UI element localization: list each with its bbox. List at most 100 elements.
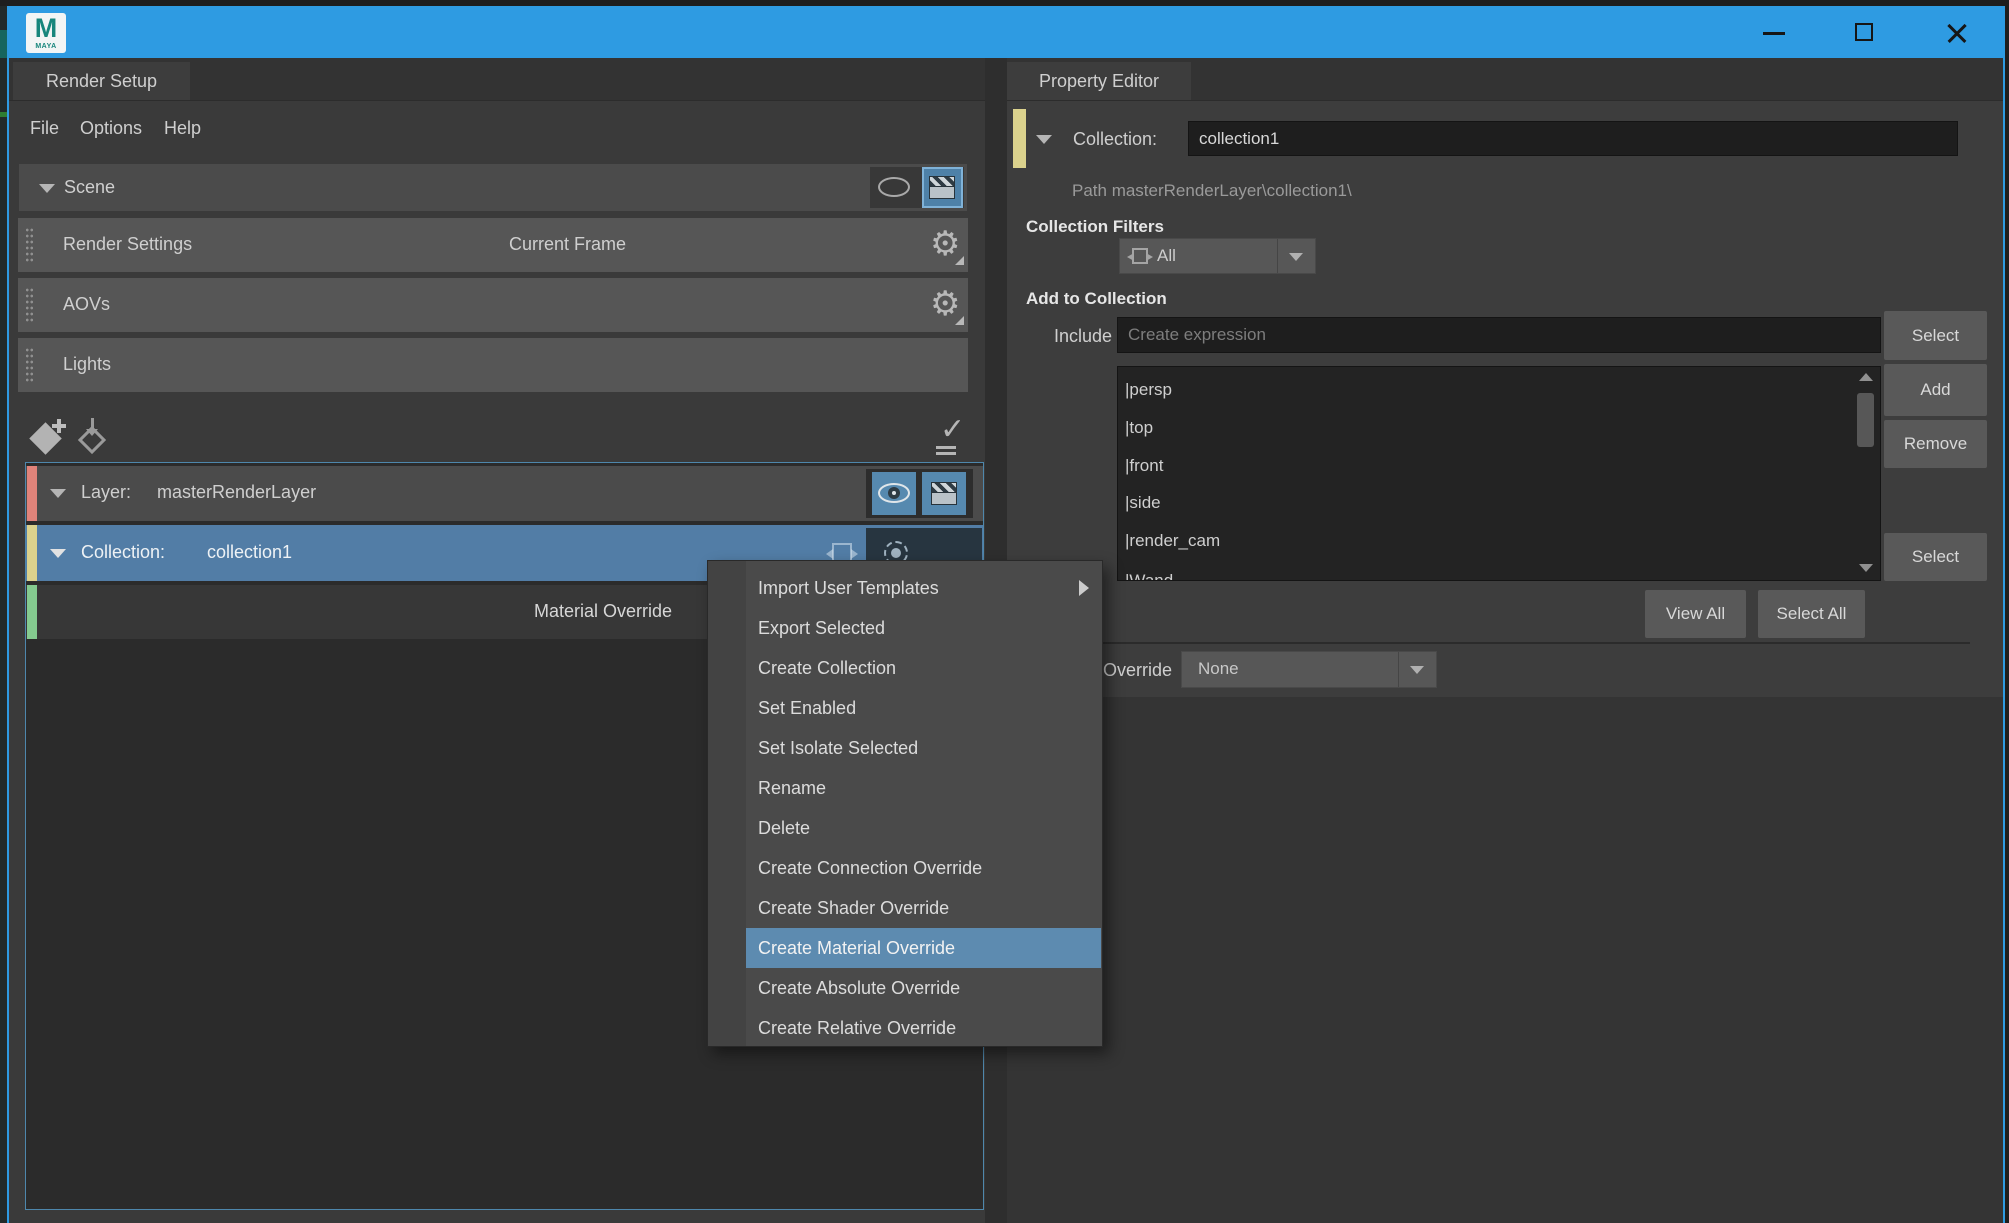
- gear-corner-icon: [955, 256, 964, 265]
- close-icon: [1945, 21, 1969, 45]
- pe-select-all-button[interactable]: Select All: [1758, 590, 1865, 638]
- menu-item-create-relative-override[interactable]: Create Relative Override: [746, 1008, 1101, 1048]
- tab-render-setup[interactable]: Render Setup: [13, 62, 190, 100]
- menu-item-export-selected[interactable]: Export Selected: [746, 608, 1101, 648]
- maximize-icon: [1855, 23, 1873, 41]
- maximize-button[interactable]: [1846, 14, 1884, 52]
- pe-object-list[interactable]: |persp |top |front |side |render_cam |Wa…: [1117, 366, 1881, 581]
- context-menu-gutter: [708, 561, 746, 1046]
- scene-visibility-eye-icon[interactable]: [878, 177, 910, 197]
- drag-handle[interactable]: [25, 227, 34, 263]
- clapperboard-icon: [931, 482, 957, 505]
- pe-filter-dropdown[interactable]: All: [1119, 238, 1316, 274]
- aovs-label: AOVs: [63, 294, 110, 315]
- import-render-settings-button[interactable]: [74, 418, 112, 456]
- pe-section-divider: [1007, 642, 1970, 644]
- background-lock-icon: [0, 30, 7, 58]
- pe-include-expression-input[interactable]: [1117, 317, 1881, 353]
- context-menu: Import User Templates Export Selected Cr…: [707, 560, 1103, 1047]
- aovs-row[interactable]: AOVs ⚙: [18, 278, 968, 332]
- list-item[interactable]: |front: [1125, 447, 1163, 485]
- override-color-strip: [27, 585, 37, 639]
- pe-include-label: Include: [1040, 326, 1112, 347]
- close-button[interactable]: [1938, 14, 1976, 52]
- menu-item-set-enabled[interactable]: Set Enabled: [746, 688, 1101, 728]
- pe-select-button[interactable]: Select: [1884, 533, 1987, 581]
- tab-property-editor[interactable]: Property Editor: [1007, 62, 1191, 100]
- layer-visibility-button[interactable]: [872, 472, 916, 515]
- property-editor-empty-area: [1007, 697, 2003, 1223]
- minimize-button[interactable]: [1755, 14, 1793, 52]
- scene-icon-box: [870, 167, 964, 208]
- pe-view-all-button[interactable]: View All: [1645, 590, 1746, 638]
- menu-help[interactable]: Help: [164, 118, 201, 139]
- scene-row[interactable]: Scene: [18, 163, 968, 212]
- window-titlebar[interactable]: [9, 6, 2003, 58]
- list-item[interactable]: |side: [1125, 484, 1161, 522]
- render-settings-value: Current Frame: [509, 234, 626, 255]
- maya-logo-letter: M: [26, 13, 66, 43]
- collection-expand-triangle-icon[interactable]: [50, 549, 66, 558]
- visibility-checklist-button[interactable]: ✓: [930, 414, 970, 456]
- pe-collection-label: Collection:: [1073, 129, 1157, 150]
- drag-handle[interactable]: [25, 347, 34, 383]
- layer-color-strip: [27, 466, 37, 521]
- pe-add-to-collection-header: Add to Collection: [1026, 289, 1167, 309]
- scroll-up-icon[interactable]: [1859, 373, 1873, 381]
- layer-row[interactable]: Layer: masterRenderLayer: [26, 466, 983, 521]
- menu-item-create-absolute-override[interactable]: Create Absolute Override: [746, 968, 1101, 1008]
- background-window-strip: [0, 0, 7, 1223]
- scroll-down-icon[interactable]: [1859, 564, 1873, 572]
- pe-add-button[interactable]: Add: [1884, 364, 1987, 416]
- list-item[interactable]: |render_cam: [1125, 522, 1220, 560]
- pe-filter-value: All: [1157, 246, 1176, 266]
- checkmark-icon: ✓: [940, 412, 965, 447]
- list-item[interactable]: |Wand: [1125, 562, 1173, 581]
- layer-expand-triangle-icon[interactable]: [50, 489, 66, 498]
- eye-icon: [878, 483, 910, 503]
- menu-file[interactable]: File: [30, 118, 59, 139]
- scene-label: Scene: [64, 177, 115, 198]
- menu-item-set-isolate-selected[interactable]: Set Isolate Selected: [746, 728, 1101, 768]
- chevron-down-icon: [1289, 253, 1303, 261]
- menu-item-rename[interactable]: Rename: [746, 768, 1101, 808]
- background-right-strip: [2005, 0, 2009, 1223]
- pe-material-override-value: None: [1198, 659, 1239, 679]
- layer-icon-box: [866, 469, 973, 518]
- tab-property-editor-label: Property Editor: [1039, 71, 1159, 92]
- lights-row[interactable]: Lights: [18, 338, 968, 392]
- material-override-label: Material Override: [534, 601, 672, 622]
- list-item[interactable]: |top: [1125, 409, 1153, 447]
- scene-renderable-button[interactable]: [922, 167, 963, 208]
- scrollbar-thumb[interactable]: [1857, 393, 1874, 447]
- pe-remove-button[interactable]: Remove: [1884, 420, 1987, 468]
- menu-item-delete[interactable]: Delete: [746, 808, 1101, 848]
- layer-renderable-button[interactable]: [922, 472, 966, 515]
- screen: M MAYA Render Setup File Options Help Sc…: [0, 0, 2009, 1223]
- tab-render-setup-label: Render Setup: [46, 71, 157, 92]
- pe-collection-expand-triangle-icon[interactable]: [1036, 135, 1052, 144]
- render-settings-label: Render Settings: [63, 234, 192, 255]
- list-scrollbar[interactable]: [1854, 369, 1878, 578]
- menu-options[interactable]: Options: [80, 118, 142, 139]
- list-item[interactable]: |persp: [1125, 371, 1172, 409]
- pe-collection-name-input[interactable]: [1188, 121, 1958, 156]
- menu-item-import-user-templates[interactable]: Import User Templates: [746, 568, 1101, 608]
- menu-item-create-connection-override[interactable]: Create Connection Override: [746, 848, 1101, 888]
- pe-material-override-dropdown[interactable]: None: [1181, 651, 1437, 688]
- maya-logo[interactable]: M MAYA: [26, 13, 66, 53]
- lights-label: Lights: [63, 354, 111, 375]
- scene-expand-triangle-icon[interactable]: [39, 184, 55, 193]
- render-settings-row[interactable]: Render Settings Current Frame ⚙: [18, 218, 968, 272]
- menu-item-create-collection[interactable]: Create Collection: [746, 648, 1101, 688]
- menu-item-create-shader-override[interactable]: Create Shader Override: [746, 888, 1101, 928]
- collection-label: Collection:: [81, 542, 165, 563]
- layer-label: Layer:: [81, 482, 131, 503]
- menu-item-create-material-override[interactable]: Create Material Override: [746, 928, 1101, 968]
- create-render-layer-button[interactable]: [30, 418, 68, 456]
- drag-handle[interactable]: [25, 287, 34, 323]
- pe-collection-filters-header: Collection Filters: [1026, 217, 1164, 237]
- minimize-icon: [1763, 32, 1785, 35]
- background-accent-line: [0, 112, 7, 117]
- pe-select-expression-button[interactable]: Select: [1884, 311, 1987, 360]
